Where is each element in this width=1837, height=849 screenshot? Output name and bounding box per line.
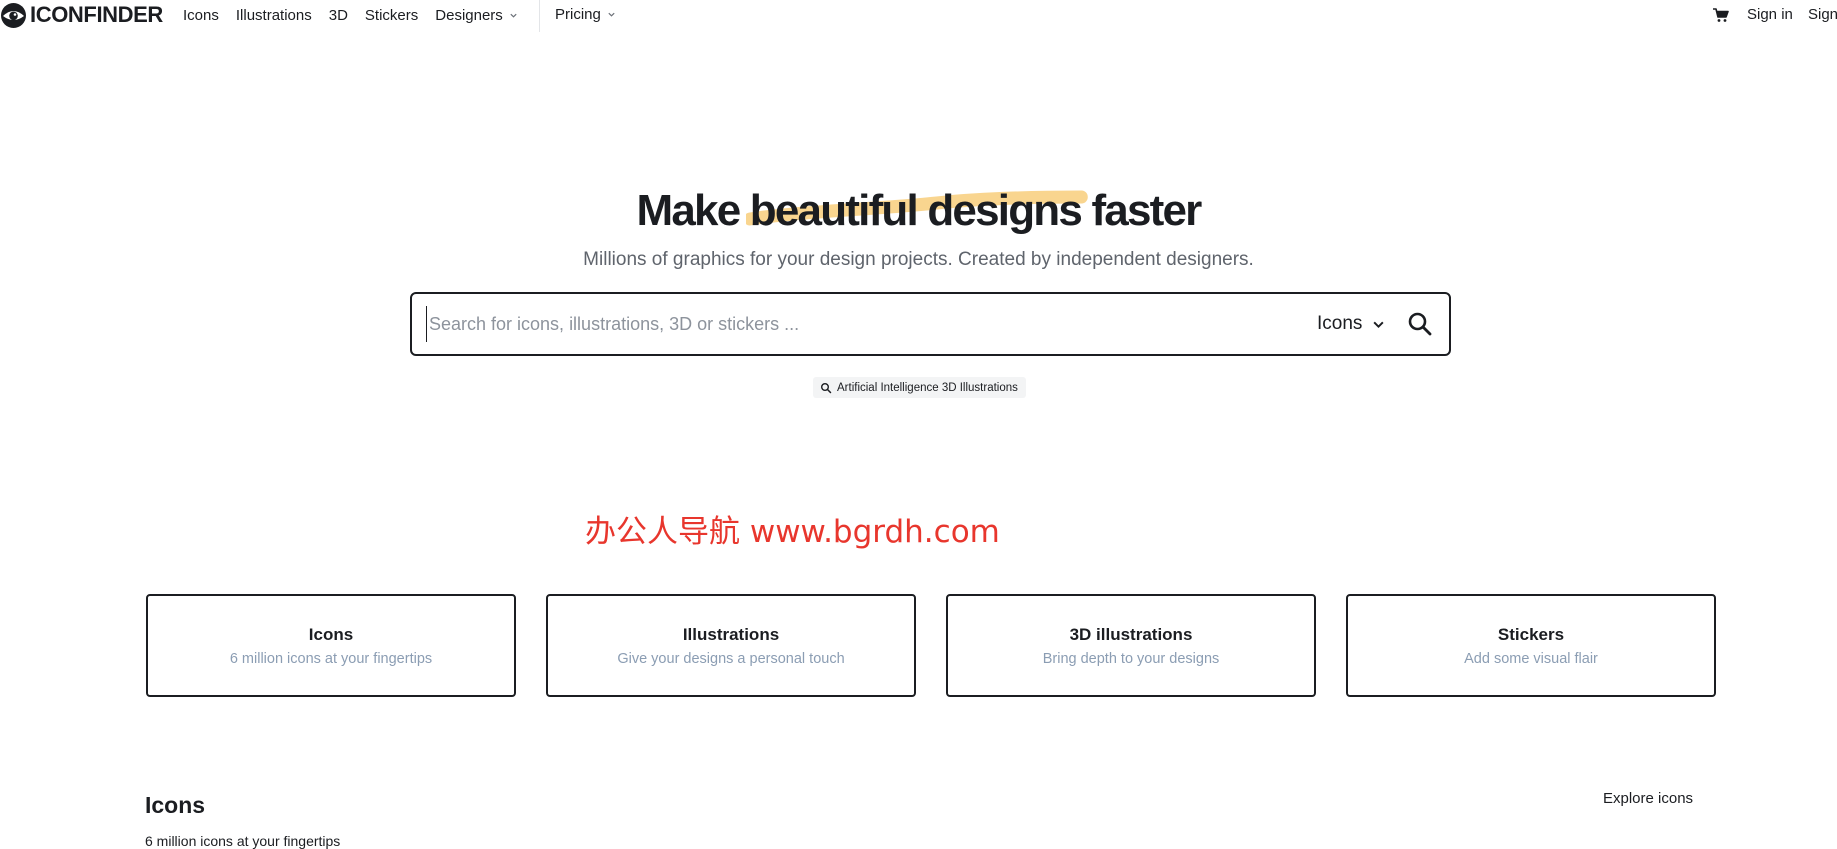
hero-title-start: Make (636, 186, 750, 235)
hero-subtitle: Millions of graphics for your design pro… (583, 249, 1254, 270)
section-title-icons: Icons (145, 792, 206, 818)
chevron-down-icon (510, 13, 517, 18)
category-card-icons[interactable]: Icons 6 million icons at your fingertips (146, 594, 516, 697)
hero-title-highlight-text: beautiful designs (749, 186, 1083, 235)
asset-type-select[interactable]: Icons (1317, 313, 1385, 335)
main-nav: Icons Illustrations 3D Stickers Designer… (183, 5, 535, 25)
asset-type-value: Icons (1317, 313, 1363, 334)
search-input[interactable] (426, 306, 1286, 342)
category-card-stickers[interactable]: Stickers Add some visual flair (1346, 594, 1716, 697)
chevron-down-icon (608, 12, 615, 17)
watermark-text: 办公人导航 www.bgrdh.com (585, 514, 1000, 550)
cart-icon[interactable] (1712, 7, 1730, 23)
logo-text: ICONFINDER (30, 2, 163, 27)
card-title: Stickers (1497, 625, 1565, 644)
section-subtitle: 6 million icons at your fingertips (145, 833, 341, 849)
card-description: 6 million icons at your fingertips (229, 651, 433, 667)
search-icon[interactable] (1406, 310, 1434, 338)
card-title: Illustrations (682, 625, 780, 644)
hero-title-highlight: beautiful designs (745, 183, 1088, 239)
search-suggestion-chip[interactable]: Artificial Intelligence 3D Illustrations (813, 377, 1026, 398)
category-card-illustrations[interactable]: Illustrations Give your designs a person… (546, 594, 916, 697)
nav-pricing-label: Pricing (555, 6, 601, 23)
nav-stickers[interactable]: Stickers (365, 7, 418, 24)
nav-designers-label: Designers (435, 6, 503, 24)
logo-eye-icon (1, 2, 26, 28)
chevron-down-icon (1373, 321, 1384, 328)
card-description: Give your designs a personal touch (617, 651, 845, 667)
card-title: 3D illustrations (1069, 625, 1193, 644)
category-card-3d-illustrations[interactable]: 3D illustrations Bring depth to your des… (946, 594, 1316, 697)
search-icon (821, 382, 832, 393)
nav-illustrations[interactable]: Illustrations (236, 7, 312, 24)
hero-title-end: faster (1081, 186, 1202, 235)
nav-divider (539, 0, 540, 32)
nav-3d[interactable]: 3D (329, 7, 348, 24)
signin-link[interactable]: Sign in (1747, 6, 1793, 23)
card-description: Add some visual flair (1464, 651, 1598, 667)
signup-link[interactable]: Sign (1808, 6, 1837, 23)
iconfinder-logo[interactable]: ICONFINDER (0, 2, 163, 28)
card-title: Icons (308, 625, 354, 644)
top-header: ICONFINDER Icons Illustrations 3D Sticke… (0, 0, 1837, 32)
search-bar: Icons (410, 292, 1451, 356)
card-description: Bring depth to your designs (1042, 651, 1220, 667)
suggestion-label: Artificial Intelligence 3D Illustrations (837, 381, 1018, 394)
nav-icons[interactable]: Icons (183, 7, 219, 24)
nav-pricing[interactable]: Pricing (555, 6, 616, 23)
hero-title: Make beautiful designs faster (0, 183, 1837, 239)
nav-designers[interactable]: Designers (435, 7, 518, 24)
explore-icons-link[interactable]: Explore icons (1603, 790, 1693, 807)
